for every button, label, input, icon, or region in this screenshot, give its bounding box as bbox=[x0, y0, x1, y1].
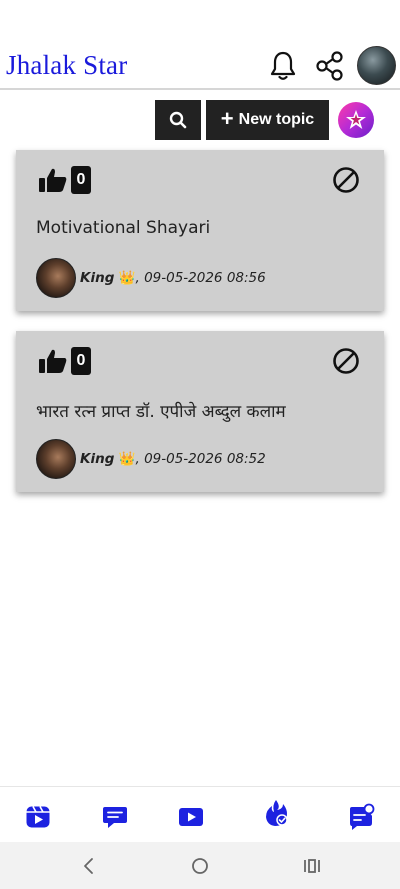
app-title: Jhalak Star bbox=[6, 50, 128, 80]
topic-meta: King 👑, 09-05-2026 08:52 bbox=[36, 439, 266, 479]
profile-avatar[interactable] bbox=[357, 46, 396, 85]
chat-icon[interactable] bbox=[97, 799, 133, 835]
plus-icon: + bbox=[220, 106, 234, 131]
like-count: 0 bbox=[71, 347, 91, 375]
crown-icon: 👑 bbox=[118, 451, 136, 467]
app-header: Jhalak Star bbox=[0, 40, 400, 90]
bell-icon[interactable] bbox=[266, 49, 300, 83]
like-button[interactable]: 0 bbox=[38, 166, 91, 194]
thumbs-up-icon bbox=[39, 168, 67, 192]
search-button[interactable] bbox=[155, 100, 201, 140]
block-icon[interactable] bbox=[332, 166, 360, 194]
trending-icon[interactable] bbox=[258, 795, 294, 831]
video-icon[interactable] bbox=[173, 799, 209, 835]
reels-icon[interactable] bbox=[20, 799, 56, 835]
new-topic-label: New topic bbox=[238, 111, 315, 128]
recents-icon[interactable] bbox=[300, 854, 324, 878]
back-icon[interactable] bbox=[77, 854, 101, 878]
user-avatar[interactable] bbox=[36, 439, 76, 479]
thumbs-up-icon bbox=[39, 349, 67, 373]
brand-star-icon[interactable] bbox=[338, 102, 374, 138]
topic-timestamp: , 09-05-2026 08:52 bbox=[135, 451, 266, 467]
home-icon[interactable] bbox=[188, 854, 212, 878]
topic-meta: King 👑, 09-05-2026 08:56 bbox=[36, 258, 266, 298]
author-name[interactable]: King bbox=[80, 451, 114, 467]
like-button[interactable]: 0 bbox=[38, 347, 91, 375]
topic-card[interactable]: 0 Motivational Shayari King 👑, 09-05-202… bbox=[16, 150, 384, 311]
system-navigation-bar bbox=[0, 842, 400, 889]
topic-card[interactable]: 0 भारत रत्न प्राप्त डॉ. एपीजे अब्दुल कला… bbox=[16, 331, 384, 492]
status-bar bbox=[0, 0, 400, 28]
topic-author-line: King 👑, 09-05-2026 08:52 bbox=[80, 451, 266, 467]
topic-author-line: King 👑, 09-05-2026 08:56 bbox=[80, 270, 266, 286]
crown-icon: 👑 bbox=[118, 270, 136, 286]
block-icon[interactable] bbox=[332, 347, 360, 375]
share-icon[interactable] bbox=[313, 49, 347, 83]
user-avatar[interactable] bbox=[36, 258, 76, 298]
author-name[interactable]: King bbox=[80, 270, 114, 286]
topic-title[interactable]: Motivational Shayari bbox=[36, 218, 210, 238]
like-count: 0 bbox=[71, 166, 91, 194]
search-icon bbox=[169, 111, 187, 129]
topic-toolbar: + New topic bbox=[0, 100, 400, 140]
topic-title[interactable]: भारत रत्न प्राप्त डॉ. एपीजे अब्दुल कलाम bbox=[36, 399, 286, 422]
support-icon[interactable] bbox=[343, 799, 379, 835]
topic-timestamp: , 09-05-2026 08:56 bbox=[135, 270, 266, 286]
bottom-nav bbox=[0, 786, 400, 842]
new-topic-button[interactable]: + New topic bbox=[206, 100, 329, 140]
